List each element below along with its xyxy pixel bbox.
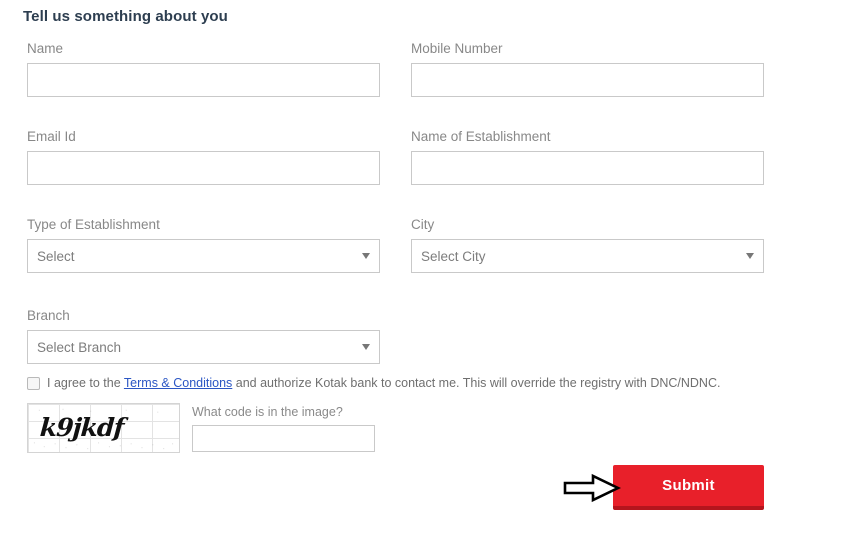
field-mobile-number: Mobile Number [411,41,764,97]
city-selected-value: Select City [421,248,486,264]
field-captcha-answer: What code is in the image? [192,404,375,452]
page-title: Tell us something about you [23,8,228,25]
field-branch: Branch Select Branch [27,308,380,364]
terms-and-conditions-link[interactable]: Terms & Conditions [124,376,232,390]
email-id-input[interactable] [27,151,380,185]
terms-agree-checkbox[interactable] [27,376,40,390]
field-city-label: City [411,217,435,232]
field-email-id: Email Id [27,129,380,185]
chevron-down-icon [362,344,370,350]
branch-selected-value: Select Branch [37,339,122,355]
consent-text-before: I agree to the [47,376,124,390]
field-city: City Select City [411,217,764,273]
chevron-down-icon [362,253,370,259]
consent-text: I agree to the Terms & Conditions and au… [47,375,720,391]
field-name-of-establishment: Name of Establishment [411,129,764,185]
captcha-image: k9jkdf [27,403,180,453]
field-type-of-establishment-label: Type of Establishment [27,217,160,232]
branch-select[interactable]: Select Branch [27,330,380,364]
consent-text-after: and authorize Kotak bank to contact me. … [232,376,721,390]
type-of-establishment-selected-value: Select [37,248,75,264]
submit-button[interactable]: Submit [613,465,764,510]
consent-row: I agree to the Terms & Conditions and au… [27,375,720,391]
captcha-code-text: k9jkdf [38,413,125,442]
captcha-answer-input[interactable] [192,425,375,452]
field-mobile-number-label: Mobile Number [411,41,503,56]
field-type-of-establishment: Type of Establishment Select [27,217,380,273]
type-of-establishment-select[interactable]: Select [27,239,380,273]
name-input[interactable] [27,63,380,97]
captcha-prompt-label: What code is in the image? [192,405,343,419]
registration-form-page: Tell us something about you Name Mobile … [0,0,849,547]
field-name: Name [27,41,380,97]
field-name-of-establishment-label: Name of Establishment [411,129,551,144]
city-select[interactable]: Select City [411,239,764,273]
mobile-number-input[interactable] [411,63,764,97]
field-name-label: Name [27,41,64,56]
chevron-down-icon [746,253,754,259]
name-of-establishment-input[interactable] [411,151,764,185]
field-email-id-label: Email Id [27,129,76,144]
field-branch-label: Branch [27,308,70,323]
